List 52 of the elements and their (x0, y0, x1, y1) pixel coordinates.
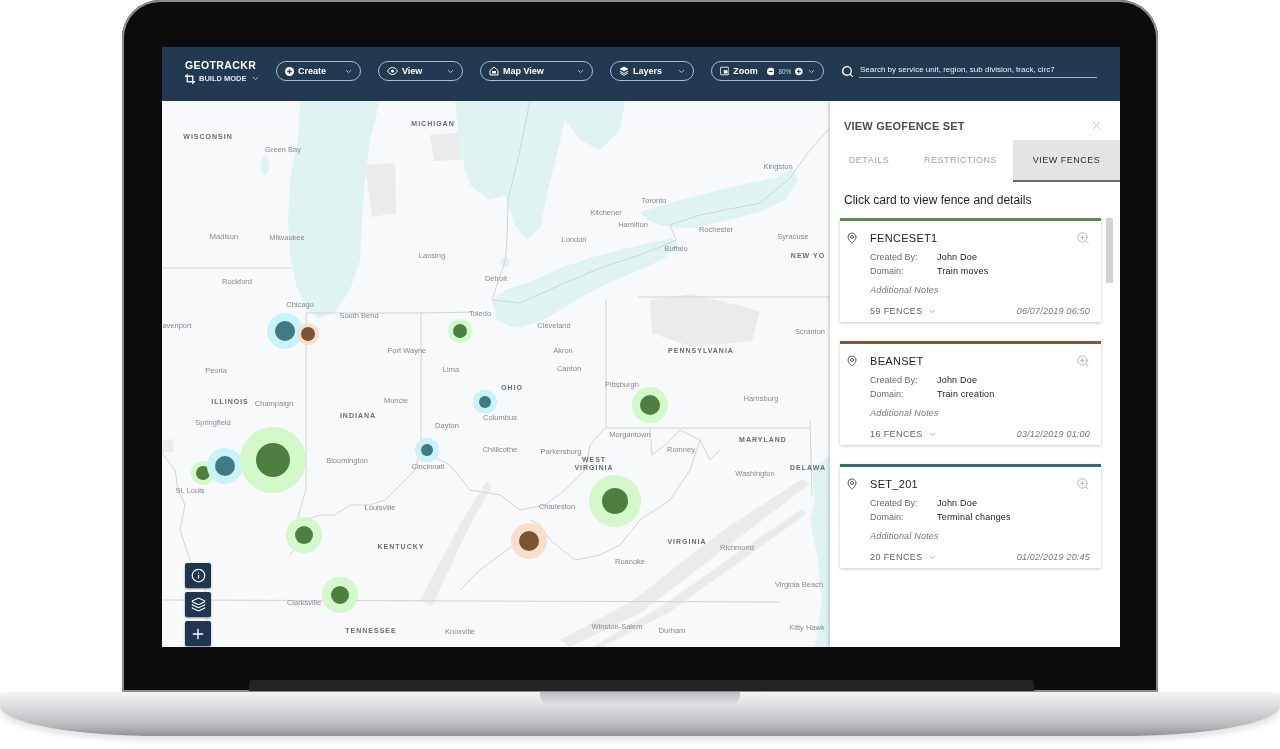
layers-button[interactable] (185, 592, 211, 617)
field-value: John Doe (937, 374, 978, 387)
frame-icon (720, 66, 730, 76)
field-label: Domain: (870, 388, 904, 401)
fences-toggle[interactable]: 16 FENCES (870, 429, 937, 439)
field-value: Train moves (937, 265, 989, 278)
tab[interactable]: VIEW FENCES (1013, 140, 1120, 182)
timestamp: 06/07/2019 06:50 (1016, 306, 1090, 316)
layers-icon (619, 66, 629, 76)
info-button[interactable] (185, 563, 211, 588)
field-value: Train creation (937, 388, 995, 401)
info-icon (190, 568, 206, 583)
eye-icon (387, 67, 398, 75)
field-value: John Doe (937, 251, 978, 264)
field-label: Created By: (870, 497, 918, 510)
additional-notes: Additional Notes (870, 284, 939, 297)
field-label: Domain: (870, 265, 904, 278)
house-icon (489, 66, 499, 76)
fence-set-name: BEANSET (870, 355, 924, 367)
fence-set-card[interactable]: SET_201 Created By: John Doe Domain: Terminal changes Additional Notes 20 FENCES 01/02/2019 20:45 (840, 464, 1101, 568)
panel-title: VIEW GEOFENCE SET (844, 119, 965, 132)
instruction-text: Click card to view fence and details (843, 192, 1033, 208)
fences-toggle[interactable]: 59 FENCES (870, 306, 937, 316)
zoom-label: Zoom (733, 66, 758, 76)
timestamp: 01/02/2019 20:45 (1016, 552, 1090, 562)
fences-toggle[interactable]: 20 FENCES (870, 552, 937, 562)
chevron-down-icon (250, 74, 260, 83)
location-pin-icon (846, 232, 858, 244)
zoom-in-button[interactable] (185, 621, 211, 646)
minus-circle-icon[interactable] (766, 66, 775, 76)
search-icon[interactable] (841, 64, 854, 78)
field-value: Terminal changes (937, 511, 1011, 524)
fence-set-name: SET_201 (870, 478, 918, 490)
plus-circle-icon[interactable] (795, 66, 803, 76)
plus-circle-icon (285, 66, 294, 76)
location-pin-icon (846, 355, 858, 367)
search-field[interactable]: Search by service unit, region, sub division, track, circ7 (859, 64, 1097, 78)
layers-icon (190, 597, 206, 612)
scrollbar-thumb[interactable] (1106, 218, 1113, 283)
field-label: Created By: (870, 374, 918, 387)
crop-icon (185, 73, 195, 84)
fence-set-card[interactable]: BEANSET Created By: John Doe Domain: Train creation Additional Notes 16 FENCES 03/12/2019 01:00 (840, 341, 1101, 445)
field-label: Created By: (870, 251, 918, 264)
fence-set-name: FENCESET1 (870, 232, 938, 244)
field-label: Domain: (870, 511, 904, 524)
additional-notes: Additional Notes (870, 530, 939, 543)
brand-name: GEOTRACKR (185, 58, 257, 71)
additional-notes: Additional Notes (870, 407, 939, 420)
location-pin-icon (846, 478, 858, 490)
fence-set-card[interactable]: FENCESET1 Created By: John Doe Domain: Train moves Additional Notes 59 FENCES 06/07/2019 06:50 (840, 218, 1101, 322)
timestamp: 03/12/2019 01:00 (1016, 429, 1090, 439)
field-value: John Doe (937, 497, 978, 510)
